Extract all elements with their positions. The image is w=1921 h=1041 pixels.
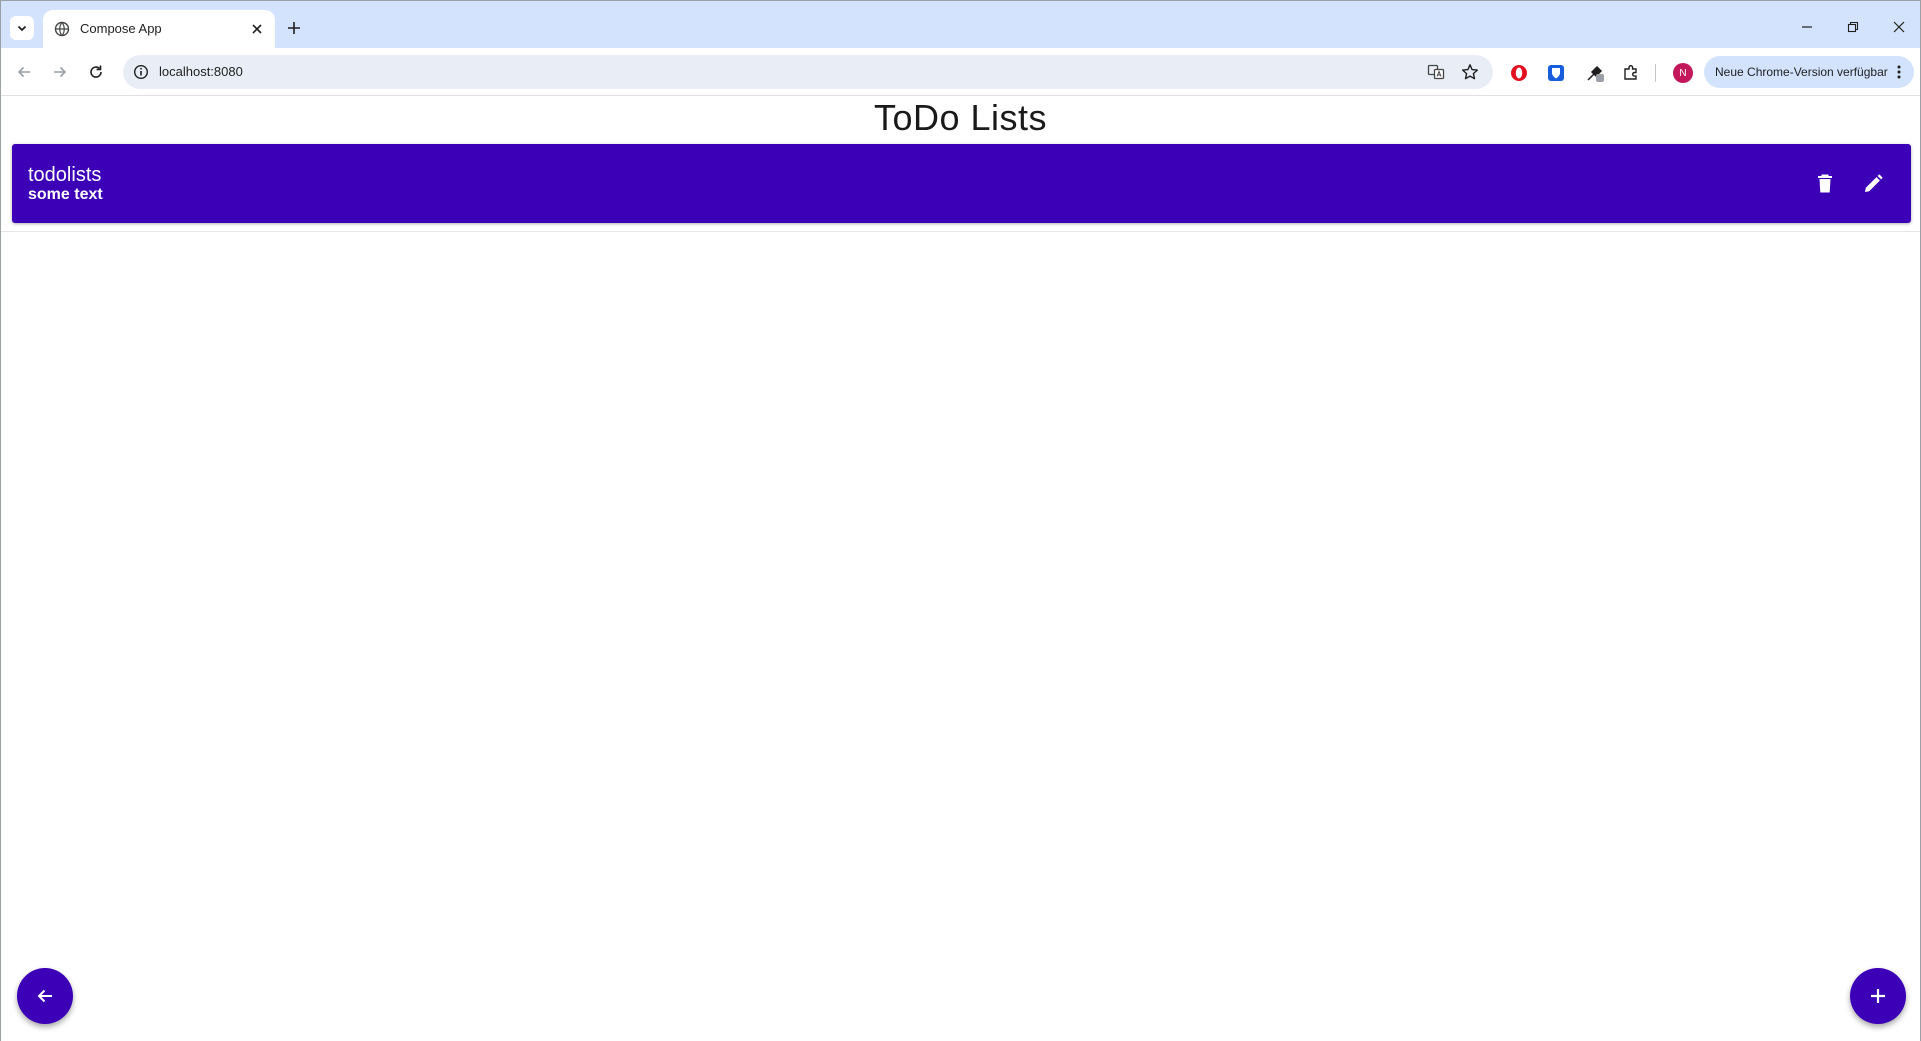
minimize-icon <box>1802 26 1812 28</box>
eyedropper-extension-icon[interactable] <box>1585 63 1605 83</box>
tab-title: Compose App <box>80 21 162 36</box>
info-icon[interactable] <box>133 64 149 80</box>
opera-extension-icon[interactable] <box>1509 63 1529 83</box>
toolbar-separator <box>1655 64 1656 82</box>
more-vertical-icon <box>1897 65 1901 79</box>
page-content: ToDo Lists todolists some text <box>1 97 1920 1041</box>
close-icon <box>252 24 262 34</box>
address-url: localhost:8080 <box>159 64 243 79</box>
plus-icon <box>288 22 300 34</box>
chrome-update-button[interactable]: Neue Chrome-Version verfügbar <box>1704 56 1914 88</box>
globe-icon <box>54 21 70 37</box>
address-bar[interactable]: localhost:8080 <box>123 55 1493 89</box>
close-icon <box>1893 21 1905 33</box>
list-description: some text <box>28 186 103 203</box>
trash-icon <box>1818 174 1832 193</box>
back-button[interactable] <box>12 60 36 84</box>
browser-window: Compose App localhost:8080 N Neue Chrome… <box>0 0 1921 1041</box>
edit-list-button[interactable] <box>1859 170 1887 198</box>
profile-avatar[interactable]: N <box>1673 63 1693 83</box>
new-tab-button[interactable] <box>283 17 305 39</box>
restore-icon <box>1847 21 1859 33</box>
arrow-left-icon <box>37 989 52 1003</box>
list-name: todolists <box>28 164 102 186</box>
todo-list-card[interactable]: todolists some text <box>12 144 1911 223</box>
reload-icon <box>90 65 102 78</box>
browser-menu-button[interactable] <box>1890 63 1908 81</box>
pencil-icon <box>1865 174 1883 192</box>
plus-icon <box>1871 989 1885 1003</box>
tab-strip: Compose App <box>1 1 1920 48</box>
restore-button[interactable] <box>1841 15 1865 39</box>
reload-button[interactable] <box>84 60 108 84</box>
tab-active[interactable]: Compose App <box>43 10 275 48</box>
arrow-left-icon <box>17 66 30 78</box>
browser-toolbar: localhost:8080 N Neue Chrome-Version ver… <box>1 48 1920 96</box>
add-list-fab[interactable] <box>1850 968 1906 1024</box>
tab-close-button[interactable] <box>247 19 267 39</box>
back-fab[interactable] <box>17 968 73 1024</box>
minimize-button[interactable] <box>1795 15 1819 39</box>
forward-button[interactable] <box>48 60 72 84</box>
tab-search-button[interactable] <box>10 16 34 40</box>
chevron-down-icon <box>17 25 27 32</box>
close-window-button[interactable] <box>1887 15 1911 39</box>
chrome-update-label: Neue Chrome-Version verfügbar <box>1715 65 1888 79</box>
bitwarden-extension-icon[interactable] <box>1546 63 1566 83</box>
list-divider <box>1 231 1920 232</box>
delete-list-button[interactable] <box>1811 170 1839 198</box>
arrow-right-icon <box>54 66 67 78</box>
extensions-puzzle-icon[interactable] <box>1621 63 1641 83</box>
bookmark-star-icon[interactable] <box>1461 63 1479 81</box>
translate-icon[interactable] <box>1427 63 1445 81</box>
page-title: ToDo Lists <box>873 97 1048 138</box>
